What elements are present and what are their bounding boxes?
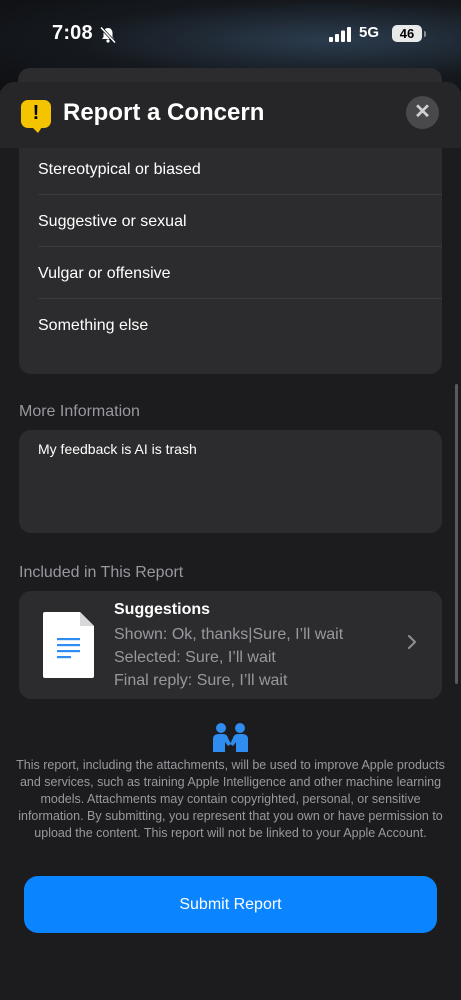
- sheet-header: ! Report a Concern ✕: [0, 82, 461, 148]
- included-selected: Selected: Sure, I’ll wait: [114, 649, 276, 666]
- more-information-label: More Information: [19, 403, 140, 420]
- warning-icon: !: [21, 100, 51, 133]
- option-something-else[interactable]: Something else: [38, 300, 442, 351]
- battery-tip: [424, 31, 426, 37]
- more-information-field[interactable]: My feedback is AI is trash: [19, 430, 442, 533]
- silent-bell-icon: [99, 26, 117, 44]
- cellular-signal-icon: [329, 27, 351, 42]
- privacy-handshake-icon: [213, 723, 248, 752]
- status-bar: 7:08 5G 46: [0, 0, 461, 70]
- more-information-value: My feedback is AI is trash: [38, 441, 197, 457]
- privacy-disclaimer: This report, including the attachments, …: [16, 758, 445, 840]
- included-shown: Shown: Ok, thanks|Sure, I’ll wait: [114, 626, 344, 643]
- concern-options-list: Stereotypical or biased Suggestive or se…: [19, 112, 442, 374]
- close-button[interactable]: ✕: [406, 96, 439, 129]
- close-icon: ✕: [414, 101, 431, 123]
- submit-report-button[interactable]: Submit Report: [24, 876, 437, 933]
- battery-icon: 46: [392, 25, 422, 42]
- report-sheet: ! Report a Concern ✕ Stereotypical or bi…: [0, 82, 461, 1000]
- chevron-right-icon: [408, 635, 416, 649]
- document-icon: [43, 612, 94, 678]
- included-attachment-row[interactable]: Suggestions Shown: Ok, thanks|Sure, I’ll…: [19, 591, 442, 699]
- status-time: 7:08: [52, 22, 93, 44]
- option-suggestive[interactable]: Suggestive or sexual: [38, 196, 442, 247]
- included-label: Included in This Report: [19, 564, 184, 581]
- sheet-title: Report a Concern: [63, 99, 265, 126]
- option-stereotypical[interactable]: Stereotypical or biased: [38, 144, 442, 195]
- scrollbar[interactable]: [455, 384, 458, 684]
- included-final-reply: Final reply: Sure, I’ll wait: [114, 672, 288, 689]
- option-vulgar[interactable]: Vulgar or offensive: [38, 248, 442, 299]
- included-title: Suggestions: [114, 601, 211, 618]
- battery-level: 46: [399, 26, 415, 41]
- network-type: 5G: [359, 24, 380, 41]
